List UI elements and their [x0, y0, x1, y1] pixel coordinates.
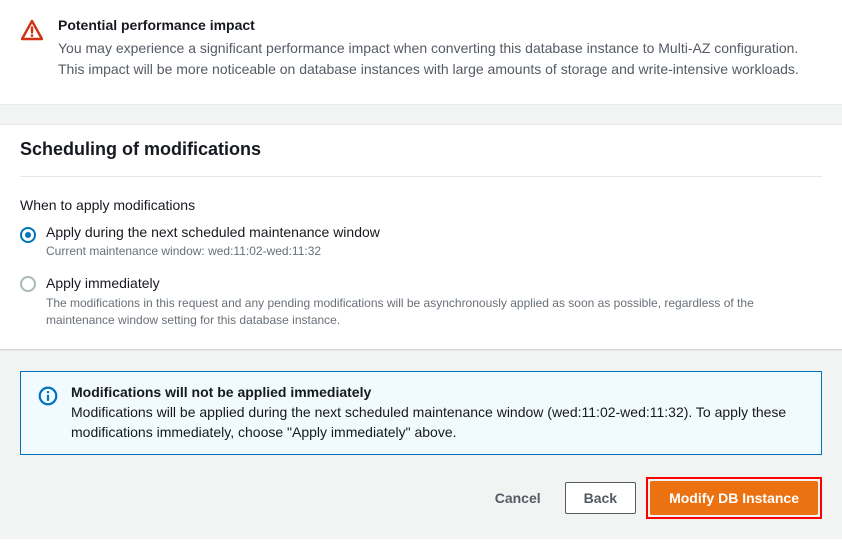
- radio-description: Current maintenance window: wed:11:02-we…: [46, 243, 822, 260]
- primary-button-highlight: Modify DB Instance: [646, 477, 822, 519]
- radio-label: Apply immediately: [46, 274, 822, 293]
- radio-option-apply-immediately[interactable]: Apply immediately The modifications in t…: [20, 274, 822, 328]
- radio-description: The modifications in this request and an…: [46, 295, 822, 329]
- cancel-button[interactable]: Cancel: [481, 482, 555, 514]
- info-body: Modifications will be applied during the…: [71, 402, 805, 443]
- button-row: Cancel Back Modify DB Instance: [20, 477, 822, 519]
- info-box: Modifications will not be applied immedi…: [20, 371, 822, 456]
- radio-button-selected[interactable]: [20, 227, 36, 243]
- info-icon: [37, 384, 59, 443]
- radio-option-next-window[interactable]: Apply during the next scheduled maintena…: [20, 223, 822, 261]
- radio-label: Apply during the next scheduled maintena…: [46, 223, 822, 242]
- info-title: Modifications will not be applied immedi…: [71, 384, 805, 400]
- performance-warning-panel: Potential performance impact You may exp…: [0, 0, 842, 105]
- scheduling-field-label: When to apply modifications: [20, 197, 822, 213]
- back-button[interactable]: Back: [565, 482, 636, 514]
- section-divider: [0, 105, 842, 125]
- modify-db-instance-button[interactable]: Modify DB Instance: [650, 481, 818, 515]
- warning-icon: [20, 16, 44, 47]
- warning-body: You may experience a significant perform…: [58, 38, 822, 80]
- section-rule: [20, 176, 822, 177]
- radio-button-unselected[interactable]: [20, 276, 36, 292]
- footer-area: Modifications will not be applied immedi…: [0, 350, 842, 540]
- warning-title: Potential performance impact: [58, 16, 822, 36]
- scheduling-heading: Scheduling of modifications: [20, 139, 822, 168]
- scheduling-section: Scheduling of modifications When to appl…: [0, 125, 842, 350]
